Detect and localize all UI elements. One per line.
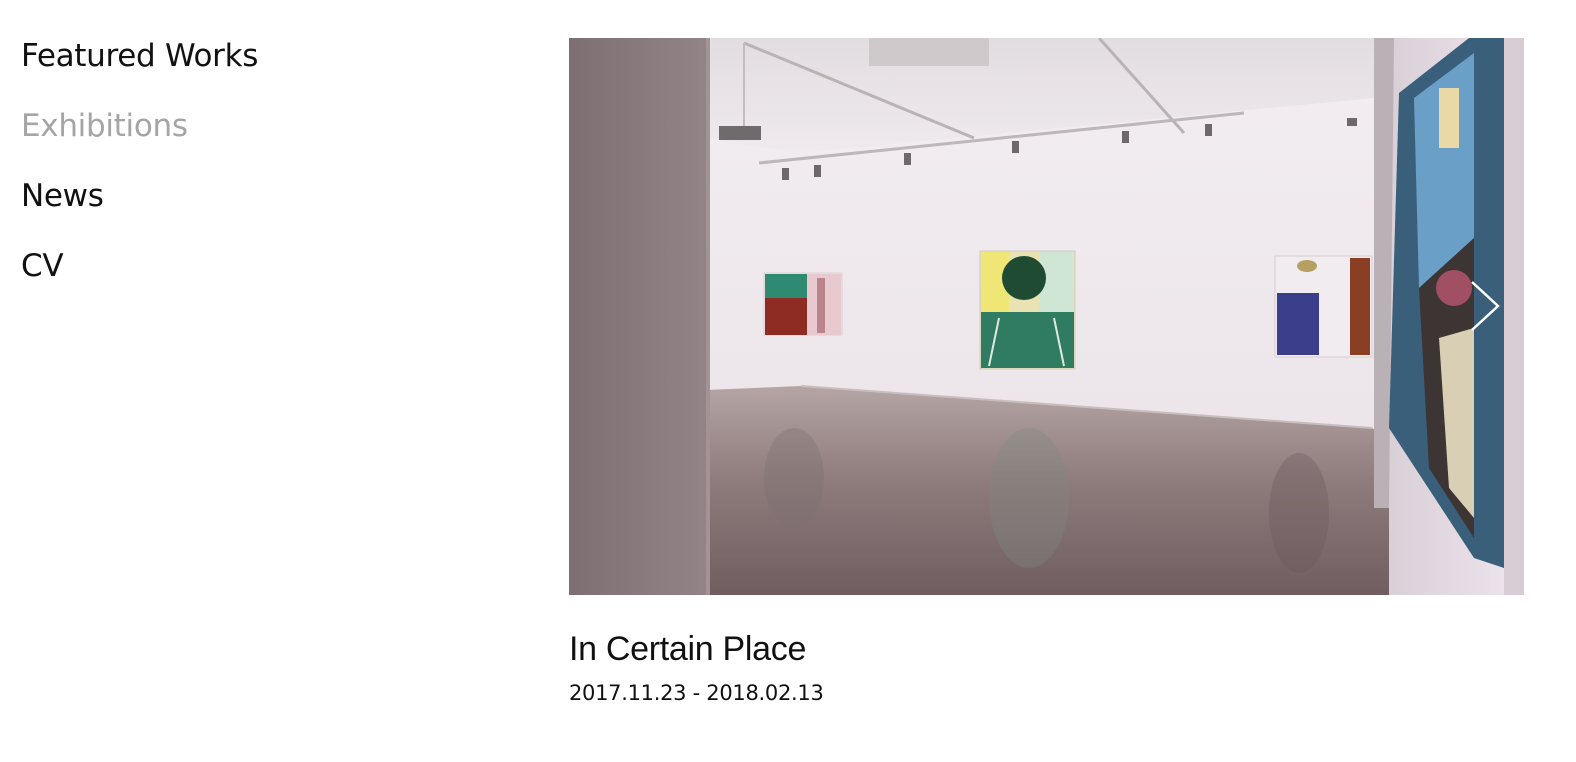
- exhibition-title[interactable]: In Certain Place: [569, 627, 824, 671]
- exhibition-slider[interactable]: [569, 38, 1524, 595]
- nav-item-cv[interactable]: CV: [21, 246, 321, 286]
- nav-item-news[interactable]: News: [21, 176, 321, 216]
- exhibition-caption: In Certain Place 2017.11.23 - 2018.02.13: [569, 627, 824, 707]
- nav-item-exhibitions[interactable]: Exhibitions: [21, 106, 321, 146]
- main-nav: Featured Works Exhibitions News CV: [21, 36, 321, 316]
- exhibition-dates: 2017.11.23 - 2018.02.13: [569, 681, 824, 705]
- nav-item-featured-works[interactable]: Featured Works: [21, 36, 321, 76]
- gallery-installation-image: [569, 38, 1524, 595]
- chevron-right-icon[interactable]: [1468, 278, 1502, 334]
